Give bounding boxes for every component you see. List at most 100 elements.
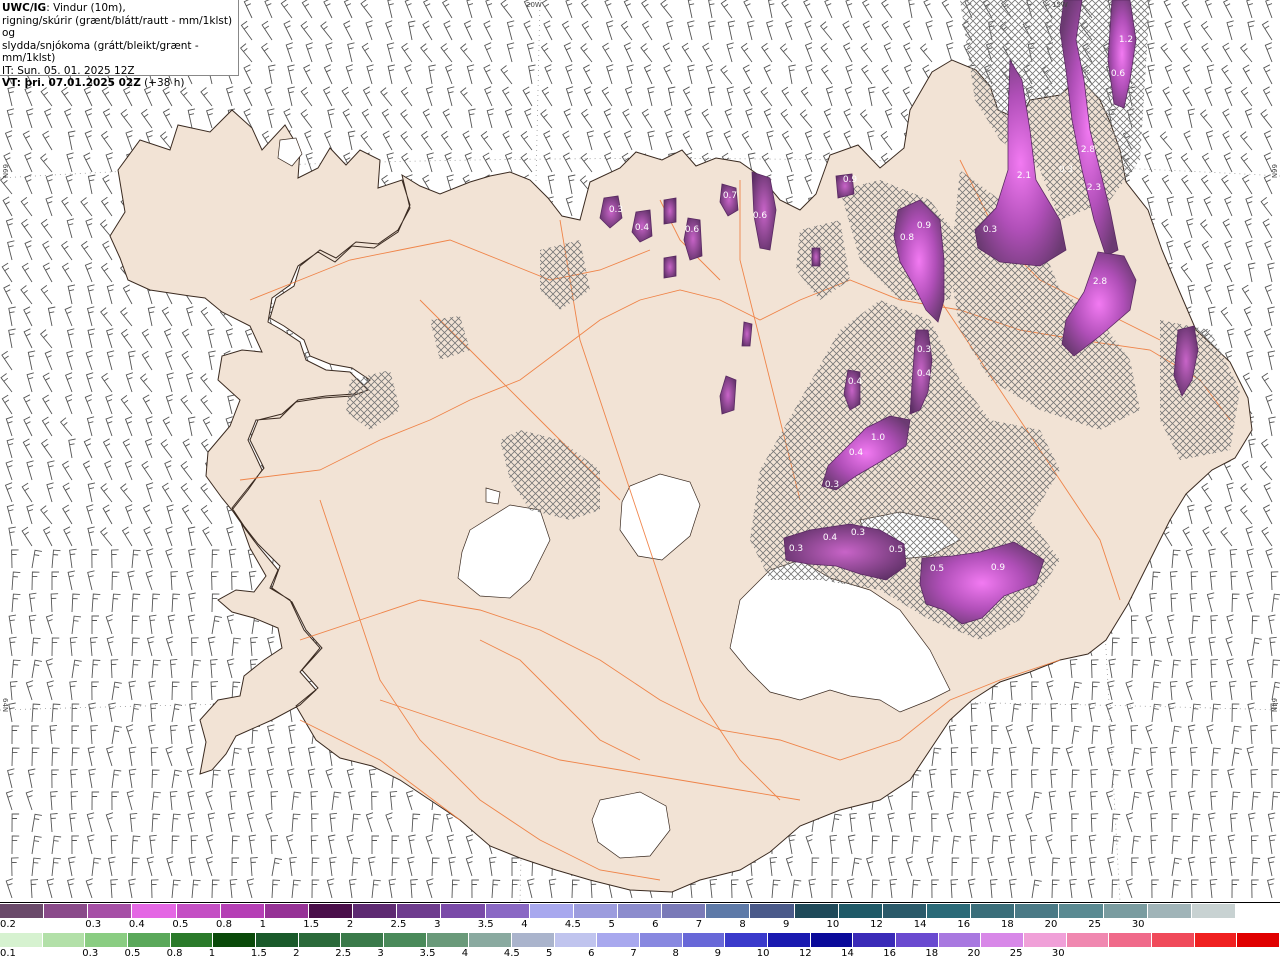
wind-barb (1161, 218, 1173, 239)
wind-barb (200, 395, 213, 415)
latitude-label-right-66n: 66N (1270, 164, 1278, 179)
wind-barb (1187, 504, 1195, 525)
wind-barb (24, 86, 33, 107)
wind-barb (945, 20, 954, 41)
wind-barb (1187, 284, 1195, 305)
wind-barb (6, 438, 14, 459)
wind-barb (360, 131, 373, 151)
wind-barb (626, 64, 634, 85)
wind-barb (1025, 812, 1033, 833)
wind-barb (108, 702, 116, 723)
wind-barb (347, 130, 356, 151)
wind-barb (465, 856, 474, 877)
wind-barb (951, 857, 960, 877)
wind-barb (911, 835, 921, 855)
wind-barb (1200, 20, 1213, 41)
wind-barb (1010, 769, 1019, 789)
wind-barb (231, 747, 242, 767)
title-line-3: slydda/snjókoma (grátt/bleikt/grænt - mm… (2, 39, 199, 65)
wind-barb (31, 747, 40, 767)
wind-barb (1268, 614, 1276, 635)
wind-barb (131, 549, 141, 569)
wind-barb (180, 483, 193, 503)
wind-barb (805, 152, 813, 173)
wind-barb (7, 240, 15, 261)
wind-barb (1051, 879, 1060, 899)
colorbar-cell (469, 933, 513, 947)
wind-barb (1220, 307, 1233, 327)
wind-barb (727, 20, 736, 41)
wind-barb (102, 504, 113, 525)
wind-barb (1210, 615, 1218, 635)
wind-barb (1031, 769, 1039, 789)
wind-barb (606, 64, 614, 85)
wind-barb (83, 86, 93, 107)
wind-barb (283, 20, 293, 41)
wind-barb (226, 526, 234, 547)
wind-barb (188, 548, 196, 569)
wind-barb (68, 856, 76, 877)
wind-barb (511, 857, 519, 876)
wind-barb (131, 615, 140, 635)
wind-barb (226, 658, 235, 679)
wind-barb (11, 835, 20, 855)
wind-barb (131, 637, 140, 657)
wind-barb (1220, 527, 1233, 547)
precip-value-label: 0.9 (843, 175, 858, 185)
wind-barb (126, 790, 135, 811)
wind-barb (622, 108, 633, 129)
model-name: UWC/IG (2, 2, 47, 14)
colorbar-cell (1194, 933, 1238, 947)
wind-barb (1251, 637, 1262, 657)
wind-barb (931, 835, 941, 855)
wind-barb (64, 306, 73, 327)
wind-barb (111, 681, 122, 701)
wind-barb (1050, 769, 1058, 789)
wind-barb (188, 856, 196, 877)
wind-barb (26, 372, 34, 393)
wind-barb (343, 0, 353, 19)
wind-barb (1031, 791, 1042, 811)
wind-barb (767, 0, 775, 19)
wind-barb (1223, 262, 1233, 283)
wind-barb (323, 0, 333, 19)
wind-barb (845, 64, 853, 85)
colorbar-cell (170, 933, 214, 947)
wind-barb (65, 394, 73, 415)
wind-barb (484, 86, 493, 107)
wind-barb (951, 835, 962, 855)
wind-barb (1270, 725, 1278, 745)
wind-barb (1265, 394, 1273, 415)
wind-barb (131, 857, 140, 877)
wind-barb (388, 878, 397, 899)
colorbar-cell (750, 904, 795, 918)
wind-barb (1221, 64, 1233, 85)
wind-barb (39, 153, 53, 173)
wind-barb (1088, 834, 1097, 855)
wind-barb (91, 615, 99, 634)
wind-barb (1031, 703, 1040, 723)
wind-barb (386, 152, 394, 173)
wind-barb (1259, 461, 1273, 481)
wind-barb (1190, 747, 1198, 767)
colorbar-cell (896, 933, 939, 947)
wind-barb (1206, 592, 1215, 613)
wind-barb (580, 0, 593, 19)
colorbar-tick-label: 0.3 (85, 919, 102, 930)
wind-barb (500, 0, 513, 19)
wind-barb (1246, 658, 1255, 679)
wind-barb (205, 790, 213, 811)
wind-barb (51, 549, 61, 569)
wind-barb (1191, 835, 1200, 855)
wind-barb (946, 812, 955, 833)
wind-barb (1, 262, 13, 283)
wind-barb (247, 790, 255, 811)
colorbar-tick-label: 8 (672, 948, 679, 959)
wind-barb (1251, 615, 1260, 635)
wind-barb (1186, 218, 1194, 239)
wind-barb (902, 86, 913, 107)
wind-barb (785, 152, 794, 173)
precip-value-label: 1.2 (1119, 35, 1133, 45)
wind-barb (386, 42, 395, 63)
wind-barb (211, 769, 221, 789)
